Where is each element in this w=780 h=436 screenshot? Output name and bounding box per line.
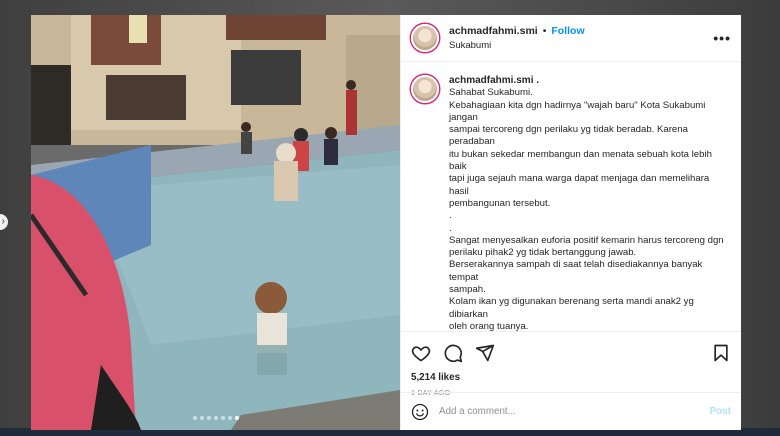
caption-username-link[interactable]: achmadfahmi.smi .	[449, 75, 731, 87]
avatar[interactable]	[411, 24, 439, 52]
caption-line: Kolam ikan yg digunakan berenang serta m…	[449, 296, 694, 320]
carousel-dot	[220, 416, 225, 420]
comment-icon[interactable]	[443, 343, 463, 363]
caption-line: sampai tercoreng dgn perilaku yg tidak b…	[449, 124, 688, 148]
caption-line: oleh orang tuanya.	[449, 320, 529, 331]
carousel-dot	[213, 416, 218, 420]
post-media[interactable]	[31, 15, 400, 430]
post-header: achmadfahmi.smi • Follow Sukabumi •••	[401, 15, 741, 62]
bookmark-icon[interactable]	[711, 343, 731, 363]
post-side-panel: achmadfahmi.smi • Follow Sukabumi ••• ac…	[400, 15, 741, 430]
post-photo	[31, 15, 400, 430]
separator-dot: •	[542, 25, 547, 37]
carousel-dot	[199, 416, 204, 420]
comment-input[interactable]: Add a comment...	[439, 406, 710, 417]
caption-line: itu bukan sekedar membangun dan menata s…	[449, 148, 712, 173]
caption-line: Berserakannya sampah di saat telah dised…	[449, 259, 703, 283]
caption-line: Sahabat Sukabumi.	[449, 87, 533, 99]
carousel-dot	[206, 416, 211, 420]
post-modal: achmadfahmi.smi • Follow Sukabumi ••• ac…	[31, 15, 741, 430]
carousel-indicator	[31, 416, 400, 420]
caption-section: achmadfahmi.smi . Sahabat Sukabumi. Kebah…	[401, 63, 741, 331]
caption-line: tapi juga sejauh mana warga dapat menjag…	[449, 173, 710, 197]
send-icon[interactable]	[475, 343, 495, 363]
heart-icon[interactable]	[411, 343, 431, 363]
likes-count[interactable]: 5,214 likes	[411, 372, 731, 383]
follow-button[interactable]: Follow	[551, 25, 584, 37]
carousel-dot	[227, 416, 232, 420]
caption-line: sampah.	[449, 284, 486, 296]
caption-line: .	[449, 222, 452, 234]
caption-line: perilaku pihak2 yg tidak bertanggung jaw…	[449, 247, 637, 259]
caption-line: pembangunan tersebut.	[449, 197, 551, 209]
caption-avatar[interactable]	[411, 75, 439, 103]
carousel-dot	[234, 416, 239, 420]
comment-bar: Add a comment... Post	[401, 392, 741, 430]
post-comment-button[interactable]: Post	[710, 406, 731, 417]
more-options-icon[interactable]: •••	[713, 30, 731, 46]
caption-line: Sangat menyesalkan euforia positif kemar…	[449, 234, 724, 246]
caption-line: Kebahagiaan kita dgn hadirnya "wajah bar…	[449, 99, 706, 123]
location-link[interactable]: Sukabumi	[449, 40, 585, 51]
username-link[interactable]: achmadfahmi.smi	[449, 25, 538, 37]
caption-text: achmadfahmi.smi . Sahabat Sukabumi. Kebah…	[449, 75, 731, 331]
carousel-dot	[192, 416, 197, 420]
caption-line: .	[449, 210, 452, 222]
emoji-icon[interactable]	[411, 403, 429, 421]
